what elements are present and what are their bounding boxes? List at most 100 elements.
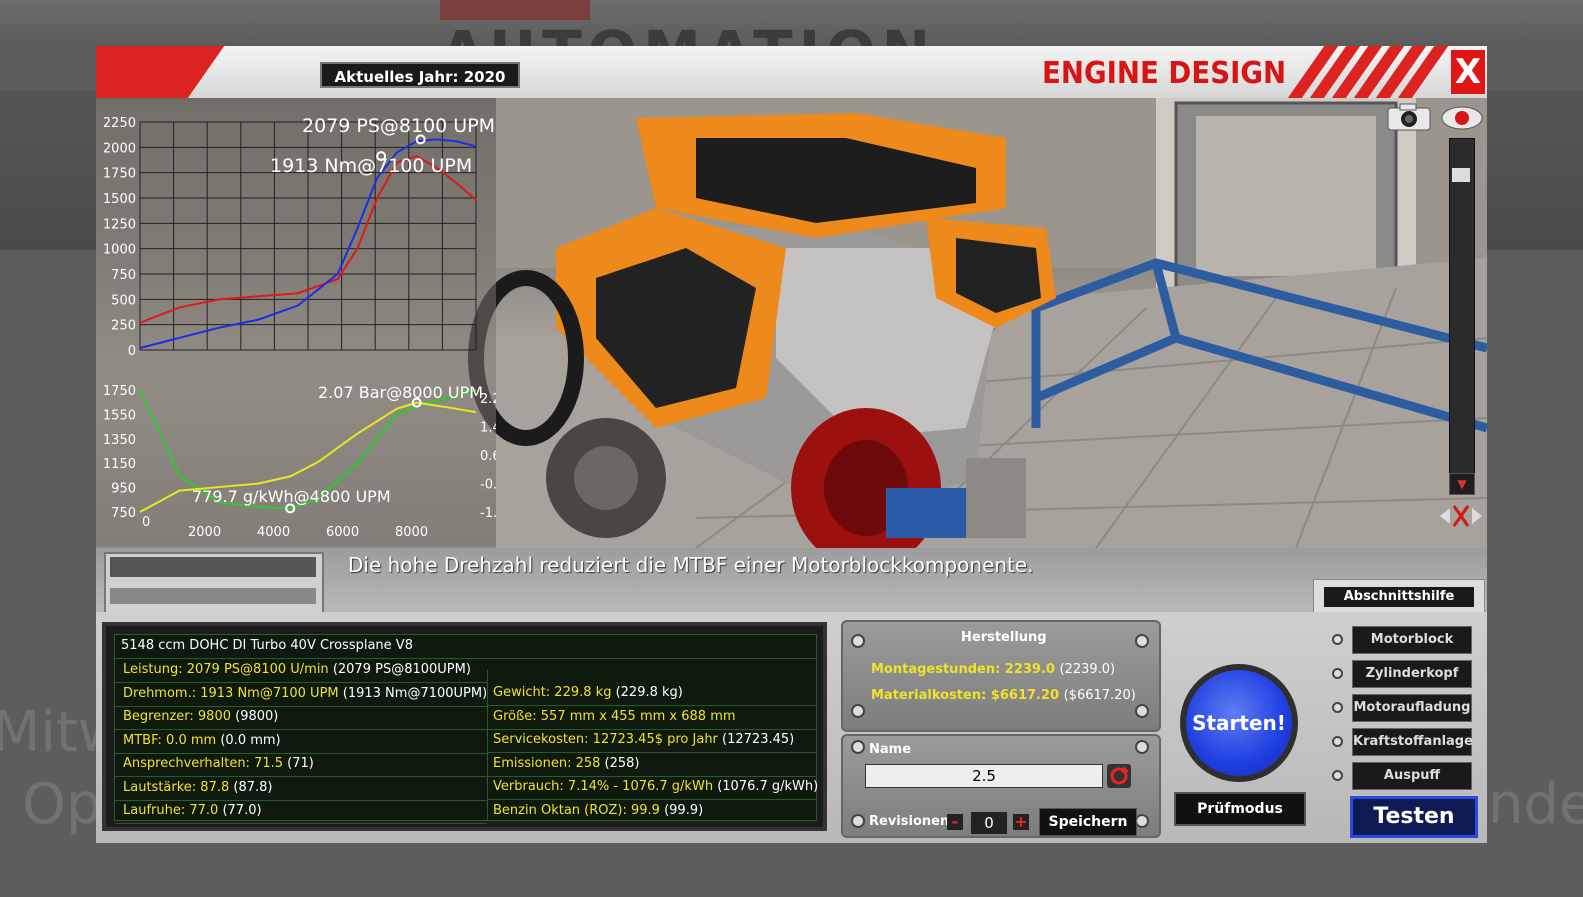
stats-row: MTBF: 0.0 mm (0.0 mm) (115, 730, 487, 754)
bolt-icon (851, 740, 865, 754)
start-button[interactable]: Starten! (1186, 670, 1292, 776)
chart-annotation: 2079 PS@8100 UPM (302, 115, 495, 137)
engine-charts: 2250 2000 1750 1500 1250 1000 750 500 250 0 2079 P… (103, 115, 505, 540)
y-tick-label: 2000 (103, 141, 136, 156)
stats-row: Laufruhe: 77.0 (77.0) (115, 800, 487, 824)
bolt-icon (851, 814, 865, 828)
stat-cell: Emissionen: 258 (258) (493, 756, 640, 771)
x-tick-label: 6000 (326, 525, 359, 540)
chart-annotation: 1913 Nm@7100 UPM (270, 155, 472, 177)
stat-label: Verbrauch: 7.14% - 1076.7 g/kWh (493, 779, 714, 794)
stat-label: Begrenzer: 9800 (123, 709, 231, 724)
x-tick-label: 0 (142, 515, 150, 530)
section-button-kraftstoffanlage[interactable]: Kraftstoffanlage (1352, 728, 1473, 756)
testen-button[interactable]: Testen (1350, 796, 1478, 838)
pruefmodus-button[interactable]: Prüfmodus (1174, 792, 1306, 826)
y2-tick-label: 1.4 (480, 421, 496, 436)
stat-value: (229.8 kg) (615, 685, 683, 700)
y-tick-label: 750 (111, 268, 136, 283)
y-tick-label: 1750 (103, 167, 136, 182)
y-tick-label: 2250 (103, 116, 136, 131)
reset-icon[interactable] (1107, 764, 1131, 788)
bolt-icon (1332, 736, 1343, 747)
bolt-icon (851, 634, 865, 648)
stat-cell: Laufruhe: 77.0 (77.0) (123, 803, 262, 818)
move-arrows-icon[interactable] (1438, 500, 1484, 532)
abschnittshilfe-button[interactable]: Abschnittshilfe (1324, 587, 1474, 607)
revision-minus-button[interactable]: - (947, 814, 963, 830)
close-button[interactable]: X (1451, 50, 1485, 94)
stat-value: (258) (604, 755, 640, 771)
stat-cell: Begrenzer: 9800 (9800) (123, 709, 278, 724)
stats-row: Servicekosten: 12723.45$ pro Jahr (12723… (487, 729, 816, 753)
zoom-scroll-thumb[interactable] (1452, 168, 1470, 182)
section-menu: Motorblock Zylinderkopf Motoraufladung Kraf… (1328, 618, 1478, 838)
background-accent (440, 0, 590, 20)
material-value: ($6617.20) (1063, 688, 1136, 703)
bolt-icon (1135, 740, 1149, 754)
engine-design-title: ENGINE DESIGN (1042, 56, 1287, 91)
stats-row: Ansprechverhalten: 71.5 (71) (115, 753, 487, 777)
x-tick-label: 2000 (188, 525, 221, 540)
name-panel: Name 2.5 Revisionen - 0 + Speichern (841, 734, 1161, 838)
stat-label: Größe: 557 mm x 455 mm x 688 mm (493, 708, 736, 724)
x-tick-label: 4000 (257, 525, 290, 540)
section-button-motorblock[interactable]: Motorblock (1352, 626, 1472, 654)
stat-label: Benzin Oktan (ROZ): 99.9 (493, 802, 660, 818)
stat-value: (71) (287, 756, 314, 771)
stats-row: Größe: 557 mm x 455 mm x 688 mm (487, 706, 816, 730)
background-text-op: Op (22, 772, 102, 837)
title-bar: Aktuelles Jahr: 2020 ENGINE DESIGN X (96, 46, 1487, 98)
section-button-auspuff[interactable]: Auspuff (1352, 762, 1472, 790)
stat-label: Leistung: 2079 PS@8100 U/min (123, 662, 329, 677)
y-tick-label: 0 (128, 344, 136, 359)
scroll-down-button[interactable]: ▼ (1449, 473, 1475, 495)
y-tick-label: 1500 (103, 192, 136, 207)
bolt-icon (1332, 770, 1343, 781)
stat-cell: Lautstärke: 87.8 (87.8) (123, 780, 272, 795)
revision-plus-button[interactable]: + (1013, 814, 1029, 830)
engine-design-window: Aktuelles Jahr: 2020 ENGINE DESIGN X 225… (96, 46, 1487, 843)
y-tick-label: 1250 (103, 217, 136, 232)
stat-label: MTBF: 0.0 mm (123, 732, 217, 748)
stat-cell: Verbrauch: 7.14% - 1076.7 g/kWh (1076.7 … (493, 779, 818, 794)
current-year-label: Aktuelles Jahr: 2020 (320, 62, 520, 88)
title-stripe (96, 46, 225, 98)
engine-stats-panel: 5148 ccm DOHC DI Turbo 40V Crossplane V8… (102, 622, 827, 831)
engine-name: 5148 ccm DOHC DI Turbo 40V Crossplane V8 (121, 638, 413, 653)
mini-slider[interactable] (110, 588, 316, 604)
stats-row: Benzin Oktan (ROZ): 99.9 (99.9) (487, 800, 816, 823)
stats-row: Lautstärke: 87.8 (87.8) (115, 777, 487, 801)
montagestunden: Montagestunden: 2239.0 (2239.0) (871, 662, 1115, 677)
stats-row: Emissionen: 258 (258) (487, 753, 816, 777)
y2-tick-label: 0.6 (480, 449, 496, 464)
section-button-zylinderkopf[interactable]: Zylinderkopf (1352, 660, 1472, 688)
stat-value: (1913 Nm@7100UPM) (342, 685, 488, 701)
stat-cell: Benzin Oktan (ROZ): 99.9 (99.9) (493, 803, 703, 818)
eye-icon[interactable] (1440, 104, 1484, 132)
chart-annotation: 779.7 g/kWh@4800 UPM (192, 487, 391, 506)
zoom-scrollbar[interactable] (1449, 138, 1475, 495)
bolt-icon (1135, 814, 1149, 828)
herstellung-panel: Herstellung Montagestunden: 2239.0 (2239… (841, 620, 1161, 732)
stat-value: (87.8) (233, 779, 273, 795)
stat-value: (0.0 mm) (220, 732, 281, 748)
section-button-motoraufladung[interactable]: Motoraufladung (1352, 694, 1472, 722)
stat-cell: MTBF: 0.0 mm (0.0 mm) (123, 733, 281, 748)
save-button[interactable]: Speichern (1039, 808, 1137, 836)
stat-label: Ansprechverhalten: 71.5 (123, 756, 284, 771)
y-tick-label: 1750 (103, 384, 136, 399)
y-tick-label: 1000 (103, 243, 136, 258)
y-tick-label: 1350 (103, 433, 136, 448)
stat-cell: Drehmom.: 1913 Nm@7100 UPM (1913 Nm@7100… (123, 686, 487, 701)
engine-name-input[interactable]: 2.5 (865, 764, 1103, 788)
stat-label: Gewicht: 229.8 kg (493, 685, 612, 700)
engine-name-text: 5148 ccm DOHC DI Turbo 40V Crossplane V8 (121, 638, 413, 653)
y2-tick-label: -1.0 (480, 506, 496, 521)
camera-icon[interactable] (1386, 102, 1432, 132)
stat-value: (99.9) (664, 802, 704, 818)
engine-viewport[interactable]: 2250 2000 1750 1500 1250 1000 750 500 250 0 2079 P… (96, 98, 1487, 548)
stats-row: Begrenzer: 9800 (9800) (115, 706, 487, 730)
y-tick-label: 500 (111, 293, 136, 308)
stat-cell: Gewicht: 229.8 kg (229.8 kg) (493, 685, 683, 700)
